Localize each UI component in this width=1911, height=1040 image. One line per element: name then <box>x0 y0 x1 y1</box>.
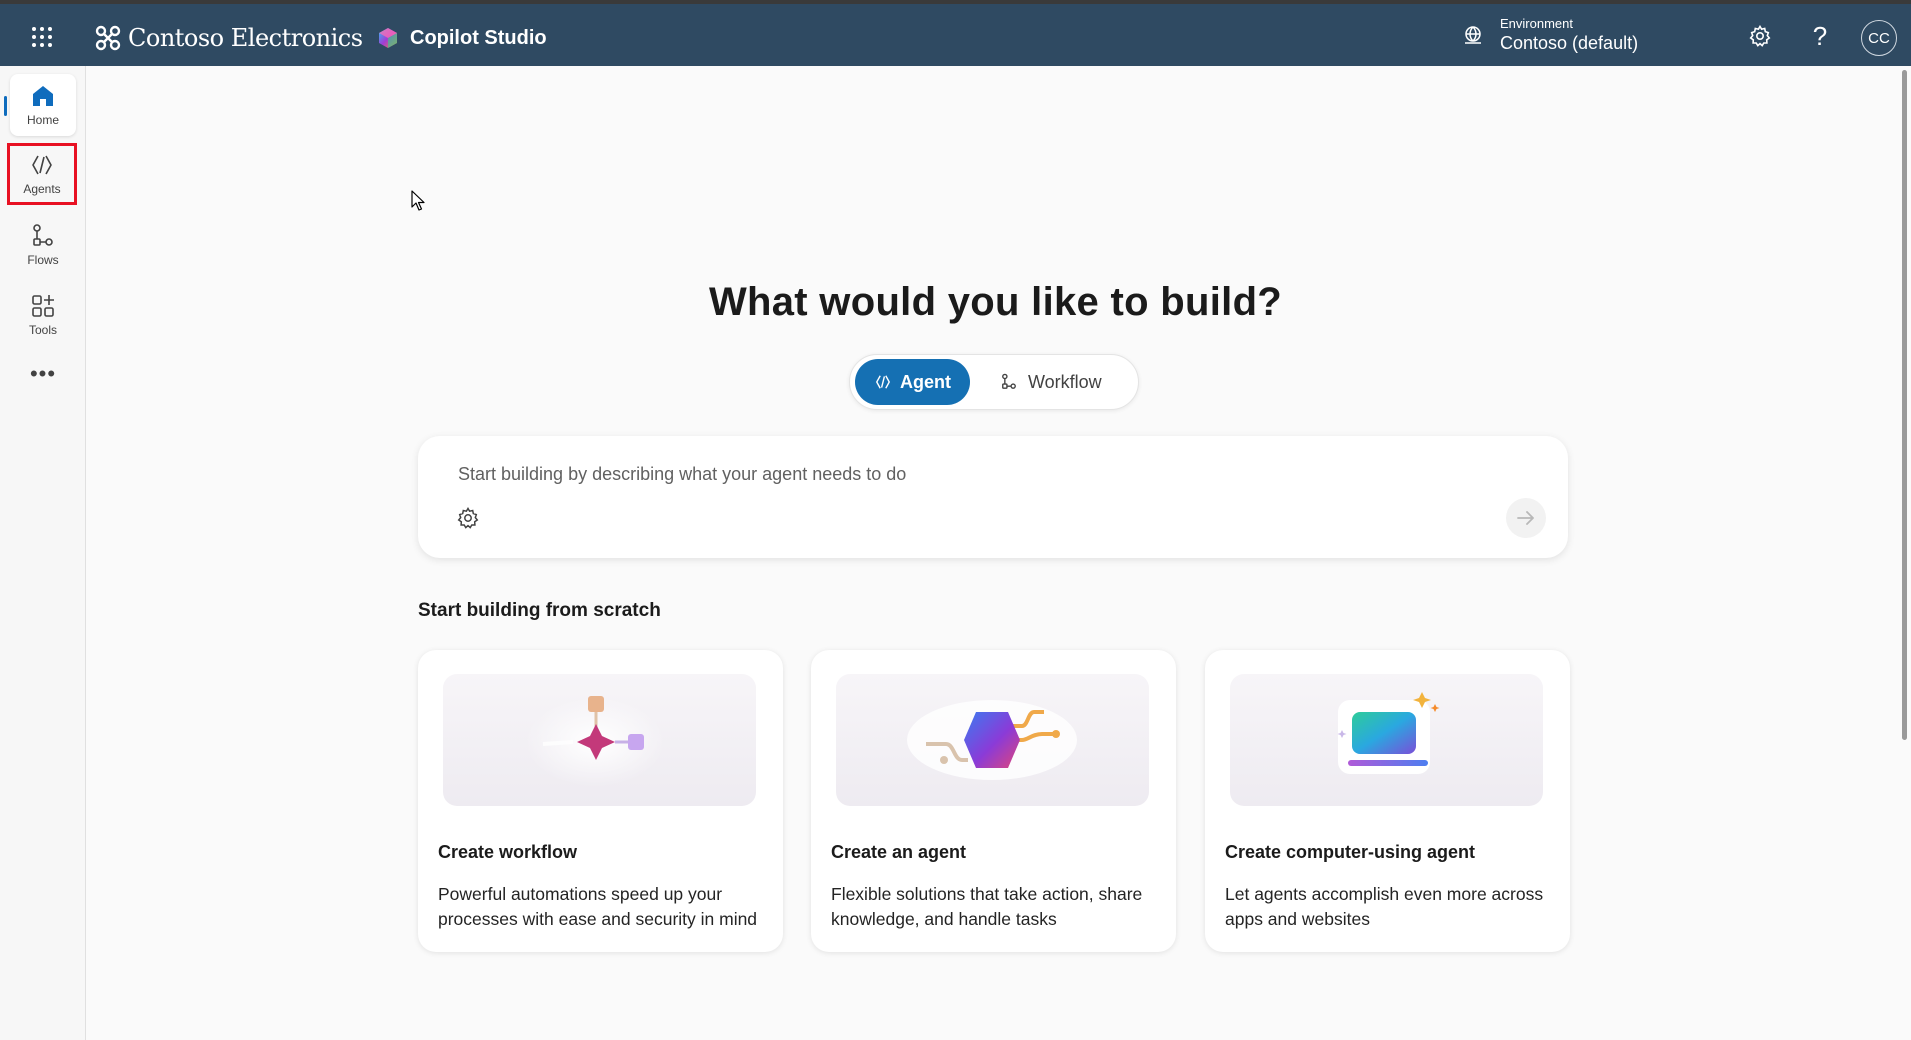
avatar[interactable]: CC <box>1861 20 1897 56</box>
product[interactable]: Copilot Studio <box>376 26 547 50</box>
agents-icon <box>32 155 52 175</box>
workflow-illustration <box>443 674 756 806</box>
agent-illustration <box>836 674 1149 806</box>
section-title: Start building from scratch <box>418 600 661 621</box>
arrow-right-icon <box>1517 511 1534 525</box>
card-title: Create computer-using agent <box>1225 842 1476 862</box>
agent-toggle-label: Agent <box>900 371 951 392</box>
nav-agents[interactable]: Agents <box>7 143 77 205</box>
card-description: Let agents accomplish even more across a… <box>1225 884 1544 929</box>
nav-flows-label: Flows <box>27 253 59 267</box>
question-mark-icon: ? <box>1812 20 1828 51</box>
prompt-box <box>418 436 1568 558</box>
agents-icon <box>876 375 890 389</box>
selected-indicator <box>4 96 7 116</box>
send-button[interactable] <box>1506 498 1546 538</box>
brand[interactable]: Contoso Electronics <box>94 24 363 52</box>
flows-icon <box>33 224 53 246</box>
environment-label: Environment <box>1500 16 1573 31</box>
workflow-toggle-label: Workflow <box>1028 371 1102 392</box>
left-nav-rail: Home Agents Flows Tools ••• <box>0 66 86 1040</box>
create-agent-card[interactable]: Create an agent Flexible solutions that … <box>811 650 1176 952</box>
more-icon: ••• <box>29 361 57 386</box>
nav-flows[interactable]: Flows <box>10 214 76 276</box>
build-type-toggle: Agent Workflow <box>849 354 1139 410</box>
environment-picker[interactable]: Environment Contoso (default) <box>1462 16 1638 54</box>
copilot-studio-logo-icon <box>379 28 397 48</box>
top-header: Contoso Electronics Copilot Studio Envir… <box>0 4 1911 66</box>
workflow-toggle-button[interactable]: Workflow <box>1000 359 1130 405</box>
environment-icon <box>1465 26 1481 44</box>
computer-use-illustration <box>1230 674 1543 806</box>
prompt-input[interactable] <box>456 458 1460 490</box>
page-title: What would you like to build? <box>708 280 1283 324</box>
create-workflow-card[interactable]: Create workflow Powerful automations spe… <box>418 650 783 952</box>
card-title: Create workflow <box>438 842 578 862</box>
create-computer-using-agent-card[interactable]: Create computer-using agent Let agents a… <box>1205 650 1570 952</box>
flows-icon <box>1002 373 1016 389</box>
brand-name: Contoso Electronics <box>128 24 363 52</box>
contoso-logo-icon <box>95 25 121 51</box>
card-description: Flexible solutions that take action, sha… <box>831 884 1143 929</box>
scrollbar[interactable] <box>1902 70 1907 740</box>
home-icon <box>33 86 53 106</box>
card-title: Create an agent <box>831 842 967 862</box>
mouse-cursor-icon <box>411 190 425 211</box>
nav-home-label: Home <box>26 113 59 127</box>
nav-home[interactable]: Home <box>4 74 76 136</box>
agent-toggle-button[interactable]: Agent <box>855 359 970 405</box>
nav-tools-label: Tools <box>28 323 57 337</box>
gear-icon <box>1749 24 1771 47</box>
environment-value: Contoso (default) <box>1500 33 1639 53</box>
more-button[interactable]: ••• <box>10 356 76 392</box>
gear-icon[interactable] <box>456 506 480 530</box>
nav-agents-label: Agents <box>23 182 61 196</box>
avatar-initials: CC <box>1868 29 1890 47</box>
app-launcher-icon[interactable] <box>30 25 54 49</box>
help-button[interactable]: ? <box>1806 20 1834 51</box>
product-name: Copilot Studio <box>410 26 547 49</box>
card-description: Powerful automations speed up your proce… <box>438 884 758 929</box>
settings-button[interactable] <box>1746 22 1774 50</box>
